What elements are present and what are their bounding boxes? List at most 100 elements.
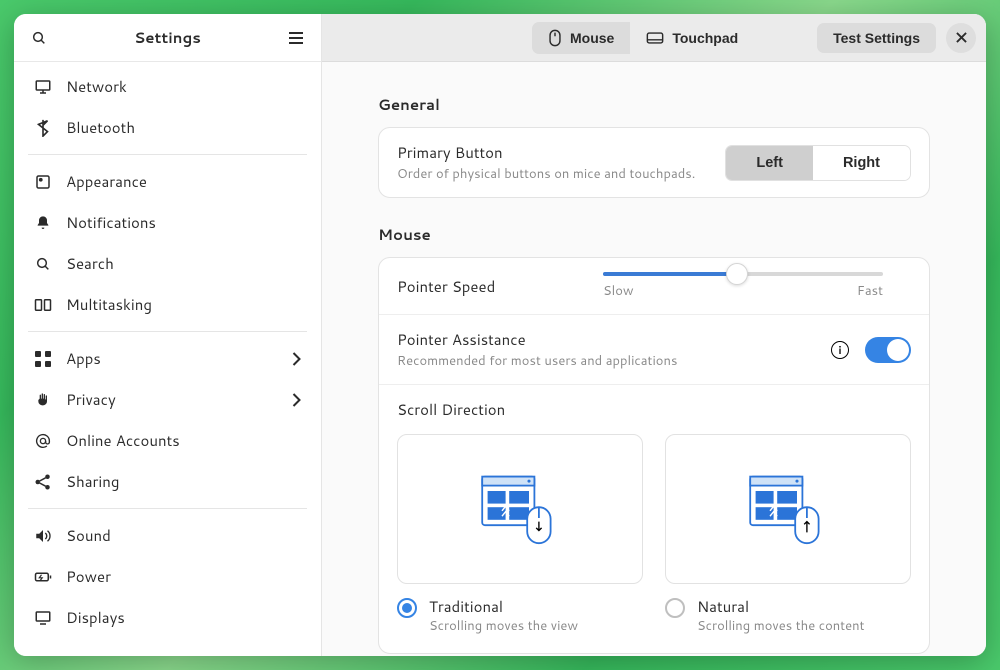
bluetooth-icon — [34, 119, 52, 137]
search-icon — [31, 30, 47, 46]
mouse-card: Pointer Speed Slow Fast — [378, 257, 930, 654]
tab-touchpad[interactable]: Touchpad — [630, 22, 754, 54]
search-button[interactable] — [22, 21, 56, 55]
content-area: General Primary Button Order of physical… — [322, 62, 986, 656]
sidebar-separator — [28, 508, 307, 509]
radio-traditional[interactable] — [397, 598, 417, 618]
primary-button-segment: Left Right — [725, 145, 911, 181]
section-general-title: General — [378, 94, 930, 115]
pointer-assistance-title: Pointer Assistance — [397, 329, 815, 350]
option-title: Natural — [697, 596, 865, 617]
sidebar-item-label: Appearance — [66, 171, 301, 192]
scroll-option-natural[interactable]: Natural Scrolling moves the content — [665, 434, 911, 635]
sidebar-item-apps[interactable]: Apps — [14, 338, 321, 379]
pointer-assistance-subtitle: Recommended for most users and applicati… — [397, 352, 815, 370]
sidebar-item-multitasking[interactable]: Multitasking — [14, 284, 321, 325]
hamburger-menu-button[interactable] — [279, 21, 313, 55]
display-icon — [34, 609, 52, 627]
apps-icon — [34, 350, 52, 368]
sidebar-item-label: Sharing — [66, 471, 301, 492]
chevron-right-icon — [292, 393, 301, 407]
mouse-touchpad-tabs: Mouse Touchpad — [532, 22, 754, 54]
pointer-assistance-switch[interactable] — [865, 337, 911, 363]
section-mouse-title: Mouse — [378, 224, 930, 245]
sidebar-item-online-accounts[interactable]: Online Accounts — [14, 420, 321, 461]
pointer-speed-title: Pointer Speed — [397, 276, 587, 297]
window-scroll-down-icon — [475, 464, 565, 554]
main-header: Mouse Touchpad Test Settings — [322, 14, 986, 62]
sidebar-item-label: Power — [66, 566, 301, 587]
pointer-speed-slider[interactable]: Slow Fast — [603, 272, 883, 300]
sidebar-header: Settings — [14, 14, 321, 62]
radio-labels: Natural Scrolling moves the content — [697, 596, 865, 635]
general-card: Primary Button Order of physical buttons… — [378, 127, 930, 198]
window-scroll-up-icon — [743, 464, 833, 554]
info-icon[interactable]: i — [831, 341, 849, 359]
radio-labels: Traditional Scrolling moves the view — [429, 596, 578, 635]
scroll-card — [665, 434, 911, 584]
sidebar-item-appearance[interactable]: Appearance — [14, 161, 321, 202]
scroll-direction-title: Scroll Direction — [397, 399, 911, 420]
scroll-direction-section: Scroll Direction — [379, 385, 929, 653]
tab-mouse[interactable]: Mouse — [532, 22, 630, 54]
touchpad-icon — [646, 31, 664, 45]
option-subtitle: Scrolling moves the content — [697, 617, 865, 635]
primary-left-button[interactable]: Left — [726, 146, 813, 180]
scroll-card — [397, 434, 643, 584]
multitask-icon — [34, 296, 52, 314]
close-icon — [956, 32, 967, 43]
primary-button-row: Primary Button Order of physical buttons… — [379, 128, 929, 197]
power-icon — [34, 568, 52, 586]
primary-button-title: Primary Button — [397, 142, 709, 163]
close-button[interactable] — [946, 23, 976, 53]
sidebar-item-search[interactable]: Search — [14, 243, 321, 284]
tab-label: Mouse — [570, 30, 614, 46]
sidebar-item-label: Privacy — [66, 389, 278, 410]
bell-icon — [34, 214, 52, 232]
sidebar-item-label: Apps — [66, 348, 278, 369]
sidebar-item-label: Notifications — [66, 212, 301, 233]
speaker-icon — [34, 527, 52, 545]
tab-label: Touchpad — [672, 30, 738, 46]
sidebar-title: Settings — [64, 27, 271, 48]
row-labels: Primary Button Order of physical buttons… — [397, 142, 709, 183]
sidebar-item-network[interactable]: Network — [14, 66, 321, 107]
pointer-speed-row: Pointer Speed Slow Fast — [379, 258, 929, 315]
sidebar-item-label: Online Accounts — [66, 430, 301, 451]
settings-window: Settings Network Bluetooth Appearance — [14, 14, 986, 656]
sidebar-item-sharing[interactable]: Sharing — [14, 461, 321, 502]
row-labels: Pointer Assistance Recommended for most … — [397, 329, 815, 370]
sidebar-item-power[interactable]: Power — [14, 556, 321, 597]
sidebar-item-privacy[interactable]: Privacy — [14, 379, 321, 420]
slider-min-label: Slow — [603, 282, 634, 300]
sidebar-item-label: Network — [66, 76, 301, 97]
sidebar-item-sound[interactable]: Sound — [14, 515, 321, 556]
primary-right-button[interactable]: Right — [813, 146, 910, 180]
test-settings-button[interactable]: Test Settings — [817, 23, 936, 53]
search-icon — [34, 255, 52, 273]
sidebar: Settings Network Bluetooth Appearance — [14, 14, 322, 656]
hamburger-icon — [288, 31, 304, 45]
sidebar-item-bluetooth[interactable]: Bluetooth — [14, 107, 321, 148]
sidebar-item-displays[interactable]: Displays — [14, 597, 321, 638]
slider-max-label: Fast — [857, 282, 883, 300]
option-subtitle: Scrolling moves the view — [429, 617, 578, 635]
row-labels: Pointer Speed — [397, 276, 587, 297]
chevron-right-icon — [292, 352, 301, 366]
at-icon — [34, 432, 52, 450]
radio-natural[interactable] — [665, 598, 685, 618]
pointer-assistance-row: Pointer Assistance Recommended for most … — [379, 315, 929, 385]
main-panel: Mouse Touchpad Test Settings General Pri… — [322, 14, 986, 656]
sidebar-item-label: Search — [66, 253, 301, 274]
sidebar-separator — [28, 154, 307, 155]
sidebar-separator — [28, 331, 307, 332]
hand-icon — [34, 391, 52, 409]
sidebar-item-label: Bluetooth — [66, 117, 301, 138]
appearance-icon — [34, 173, 52, 191]
sidebar-item-notifications[interactable]: Notifications — [14, 202, 321, 243]
option-title: Traditional — [429, 596, 578, 617]
primary-button-subtitle: Order of physical buttons on mice and to… — [397, 165, 709, 183]
sidebar-item-label: Multitasking — [66, 294, 301, 315]
monitor-icon — [34, 78, 52, 96]
scroll-option-traditional[interactable]: Traditional Scrolling moves the view — [397, 434, 643, 635]
